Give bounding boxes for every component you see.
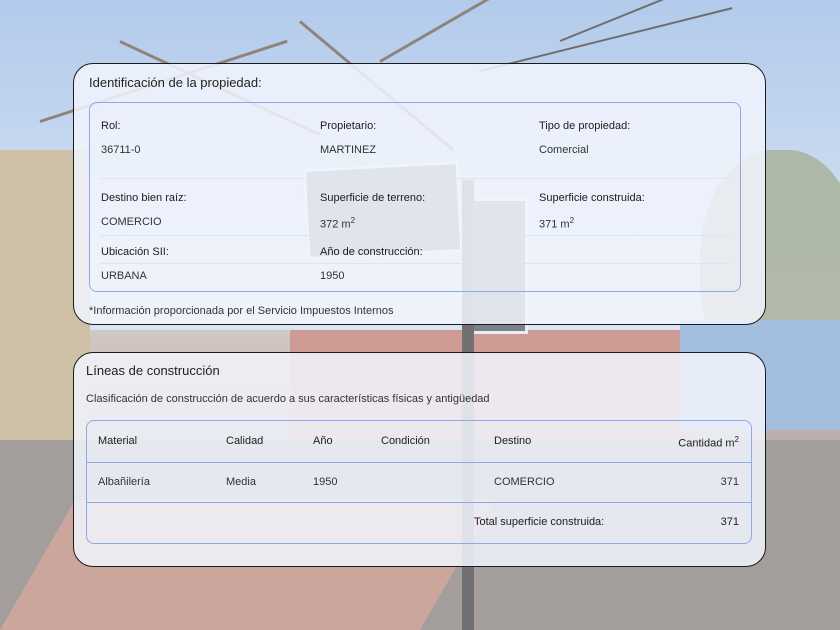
- rol-label: Rol:: [101, 120, 121, 132]
- land-area-value: 372 m2: [320, 216, 356, 231]
- header-quantity: Cantidad m2: [678, 435, 739, 450]
- construction-year-value: 1950: [320, 270, 345, 282]
- property-identification-card: Identificación de la propiedad: Rol: 367…: [73, 63, 766, 325]
- owner-label: Propietario:: [320, 120, 377, 132]
- divider: [100, 235, 730, 236]
- property-type-field: Tipo de propiedad: Comercial: [539, 120, 630, 156]
- built-area-label: Superficie construida:: [539, 192, 645, 204]
- property-card-title: Identificación de la propiedad:: [89, 75, 262, 90]
- rol-field: Rol: 36711-0: [101, 120, 141, 156]
- header-year: Año: [313, 435, 333, 447]
- total-value: 371: [720, 516, 739, 528]
- owner-value: MARTINEZ: [320, 144, 377, 156]
- header-divider: [87, 462, 751, 463]
- land-area-field: Superficie de terreno: 372 m2: [320, 192, 425, 231]
- construction-year-field: Año de construcción: 1950: [320, 246, 423, 282]
- total-divider: [87, 502, 751, 503]
- row-quantity: 371: [720, 476, 739, 488]
- header-destination: Destino: [494, 435, 532, 447]
- divider: [100, 178, 730, 179]
- destination-value: COMERCIO: [101, 216, 162, 228]
- property-details-box: Rol: 36711-0 Propietario: MARTINEZ Tipo …: [89, 102, 741, 292]
- row-material: Albañilería: [98, 476, 150, 488]
- row-year: 1950: [313, 476, 338, 488]
- header-quality: Calidad: [226, 435, 264, 447]
- location-label: Ubicación SII:: [101, 246, 169, 258]
- location-value: URBANA: [101, 270, 147, 282]
- row-destination: COMERCIO: [494, 476, 555, 488]
- construction-lines-card: Líneas de construcción Clasificación de …: [73, 352, 766, 567]
- destination-label: Destino bien raíz:: [101, 192, 187, 204]
- construction-card-title: Líneas de construcción: [86, 363, 220, 378]
- land-area-label: Superficie de terreno:: [320, 192, 426, 204]
- total-label: Total superficie construida:: [474, 516, 605, 528]
- property-type-label: Tipo de propiedad:: [539, 120, 631, 132]
- header-condition: Condición: [381, 435, 430, 447]
- property-type-value: Comercial: [539, 144, 589, 156]
- built-area-value: 371 m2: [539, 216, 575, 231]
- rol-value: 36711-0: [101, 144, 141, 156]
- row-quality: Media: [226, 476, 256, 488]
- construction-subtitle: Clasificación de construcción de acuerdo…: [86, 393, 490, 405]
- destination-field: Destino bien raíz: COMERCIO: [101, 192, 187, 228]
- location-field: Ubicación SII: URBANA: [101, 246, 169, 282]
- sii-footnote: *Información proporcionada por el Servic…: [89, 305, 394, 317]
- construction-table: Material Calidad Año Condición Destino C…: [86, 420, 752, 544]
- header-material: Material: [98, 435, 138, 447]
- construction-year-label: Año de construcción:: [320, 246, 423, 258]
- owner-field: Propietario: MARTINEZ: [320, 120, 376, 156]
- built-area-field: Superficie construida: 371 m2: [539, 192, 645, 231]
